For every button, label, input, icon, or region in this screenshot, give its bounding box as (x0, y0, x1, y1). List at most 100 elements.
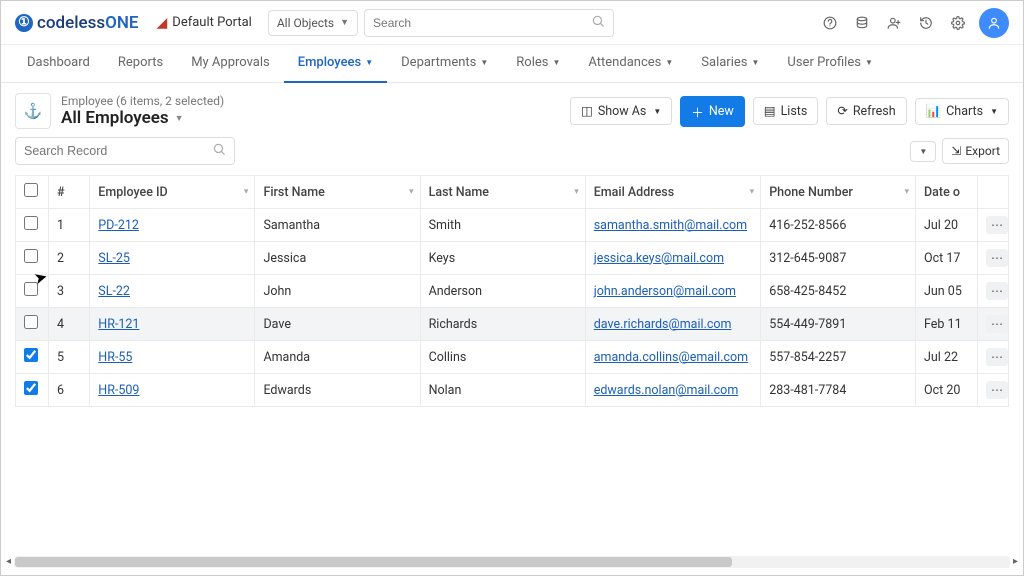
global-search[interactable] (364, 9, 614, 37)
new-button[interactable]: ＋ New (680, 96, 744, 127)
nav-attendances[interactable]: Attendances▼ (574, 45, 687, 83)
show-as-label: Show As (598, 104, 647, 119)
page-title[interactable]: All Employees ▼ (61, 108, 224, 128)
database-icon[interactable] (849, 10, 875, 36)
row-checkbox[interactable] (24, 315, 38, 329)
layout-icon: ◫ (581, 103, 593, 119)
logo-text-suffix: ONE (105, 13, 138, 33)
date: Oct 20 (916, 374, 978, 407)
phone: 283-481-7784 (761, 374, 916, 407)
export-button[interactable]: ⇲ Export (942, 138, 1009, 164)
last-name: Anderson (420, 275, 585, 308)
filter-icon[interactable]: ▾ (750, 187, 755, 197)
email-link[interactable]: amanda.collins@email.com (594, 350, 748, 365)
portal-label: Default Portal (172, 15, 252, 30)
horizontal-scrollbar[interactable]: ◂ ▸ (14, 556, 1010, 568)
filter-icon[interactable]: ▾ (904, 187, 909, 197)
row-actions-button[interactable]: ⋯ (986, 282, 1008, 300)
object-selector[interactable]: All Objects ▼ (268, 10, 358, 36)
col-header[interactable]: First Name▾ (255, 176, 420, 209)
filter-icon[interactable]: ▾ (244, 187, 249, 197)
row-checkbox[interactable] (24, 216, 38, 230)
gear-icon[interactable] (945, 10, 971, 36)
col-label: Employee ID (98, 185, 167, 200)
nav-salaries[interactable]: Salaries▼ (687, 45, 773, 83)
chevron-down-icon: ▼ (365, 58, 373, 67)
user-avatar[interactable] (979, 8, 1009, 38)
nav-employees[interactable]: Employees▼ (284, 45, 387, 83)
table-row[interactable]: 2SL-25JessicaKeysjessica.keys@mail.com31… (16, 242, 1009, 275)
portal-selector[interactable]: ◢ Default Portal (157, 15, 252, 31)
employee-id-link[interactable]: HR-55 (98, 350, 132, 365)
email-link[interactable]: samantha.smith@mail.com (594, 218, 747, 233)
email-link[interactable]: edwards.nolan@mail.com (594, 383, 739, 398)
last-name: Richards (420, 308, 585, 341)
anchor-icon[interactable]: ⚓ (15, 93, 51, 129)
col-header[interactable]: Last Name ▾ (420, 176, 585, 209)
employee-id-link[interactable]: HR-121 (98, 317, 139, 332)
nav-departments[interactable]: Departments▼ (387, 45, 502, 83)
charts-label: Charts (946, 104, 983, 119)
lists-label: Lists (781, 104, 808, 119)
phone: 312-645-9087 (761, 242, 916, 275)
col-header[interactable]: Date o (916, 176, 978, 209)
row-actions-button[interactable]: ⋯ (986, 381, 1008, 399)
employee-id-link[interactable]: PD-212 (98, 218, 139, 233)
col-header[interactable]: Email Address▾ (585, 176, 760, 209)
show-as-button[interactable]: ◫ Show As ▼ (570, 97, 672, 125)
email-link[interactable]: jessica.keys@mail.com (594, 251, 724, 266)
nav-my-approvals[interactable]: My Approvals (177, 45, 284, 83)
last-name: Keys (420, 242, 585, 275)
refresh-button[interactable]: ⟳ Refresh (826, 97, 906, 125)
row-checkbox[interactable] (24, 249, 38, 263)
table-row[interactable]: 1PD-212SamanthaSmithsamantha.smith@mail.… (16, 209, 1009, 242)
employee-id-link[interactable]: SL-25 (98, 251, 130, 266)
nav-dashboard[interactable]: Dashboard (13, 45, 104, 83)
row-actions-button[interactable]: ⋯ (986, 216, 1008, 234)
filter-icon[interactable]: ▾ (574, 187, 579, 197)
scroll-right-icon[interactable]: ▸ (1013, 556, 1018, 568)
logo-text-prefix: codeless (37, 13, 105, 33)
global-search-input[interactable] (373, 16, 591, 30)
view-options-button[interactable]: ▼ (910, 141, 936, 162)
row-actions-button[interactable]: ⋯ (986, 348, 1008, 366)
app-logo[interactable]: ① codelessONE (15, 13, 139, 33)
nav-roles[interactable]: Roles▼ (502, 45, 574, 83)
lists-button[interactable]: ▤ Lists (753, 97, 819, 125)
help-icon[interactable] (817, 10, 843, 36)
row-checkbox[interactable] (24, 348, 38, 362)
nav-reports[interactable]: Reports (104, 45, 177, 83)
nav-label: Reports (118, 55, 163, 70)
table-row[interactable]: 5HR-55AmandaCollinsamanda.collins@email.… (16, 341, 1009, 374)
record-search-input[interactable] (24, 144, 212, 158)
filter-icon[interactable]: ▾ (409, 187, 414, 197)
employee-id-link[interactable]: HR-509 (98, 383, 139, 398)
row-actions-button[interactable]: ⋯ (986, 249, 1008, 267)
table-row[interactable]: 4HR-121DaveRichardsdave.richards@mail.co… (16, 308, 1009, 341)
col-header[interactable]: Phone Number▾ (761, 176, 916, 209)
user-add-icon[interactable] (881, 10, 907, 36)
table-row[interactable]: 3SL-22JohnAndersonjohn.anderson@mail.com… (16, 275, 1009, 308)
col-select-all[interactable] (16, 176, 49, 209)
nav-user-profiles[interactable]: User Profiles▼ (773, 45, 886, 83)
export-icon: ⇲ (951, 144, 961, 158)
employee-id-link[interactable]: SL-22 (98, 284, 130, 299)
scroll-left-icon[interactable]: ◂ (6, 556, 11, 568)
table-row[interactable]: 6HR-509EdwardsNolanedwards.nolan@mail.co… (16, 374, 1009, 407)
history-icon[interactable] (913, 10, 939, 36)
row-checkbox[interactable] (24, 381, 38, 395)
scrollbar-thumb[interactable] (15, 557, 732, 567)
email-link[interactable]: john.anderson@mail.com (594, 284, 736, 299)
col-header[interactable]: # (49, 176, 90, 209)
col-label: Last Name (429, 185, 489, 200)
select-all-checkbox[interactable] (24, 183, 38, 197)
row-checkbox[interactable] (24, 282, 38, 296)
charts-button[interactable]: 📊 Charts ▼ (915, 98, 1009, 125)
col-header[interactable]: Employee ID ▾ (90, 176, 255, 209)
row-actions-button[interactable]: ⋯ (986, 315, 1008, 333)
first-name: Edwards (255, 374, 420, 407)
logo-icon: ① (15, 14, 33, 32)
date: Jun 05 (916, 275, 978, 308)
email-link[interactable]: dave.richards@mail.com (594, 317, 732, 332)
record-search[interactable] (15, 137, 235, 165)
